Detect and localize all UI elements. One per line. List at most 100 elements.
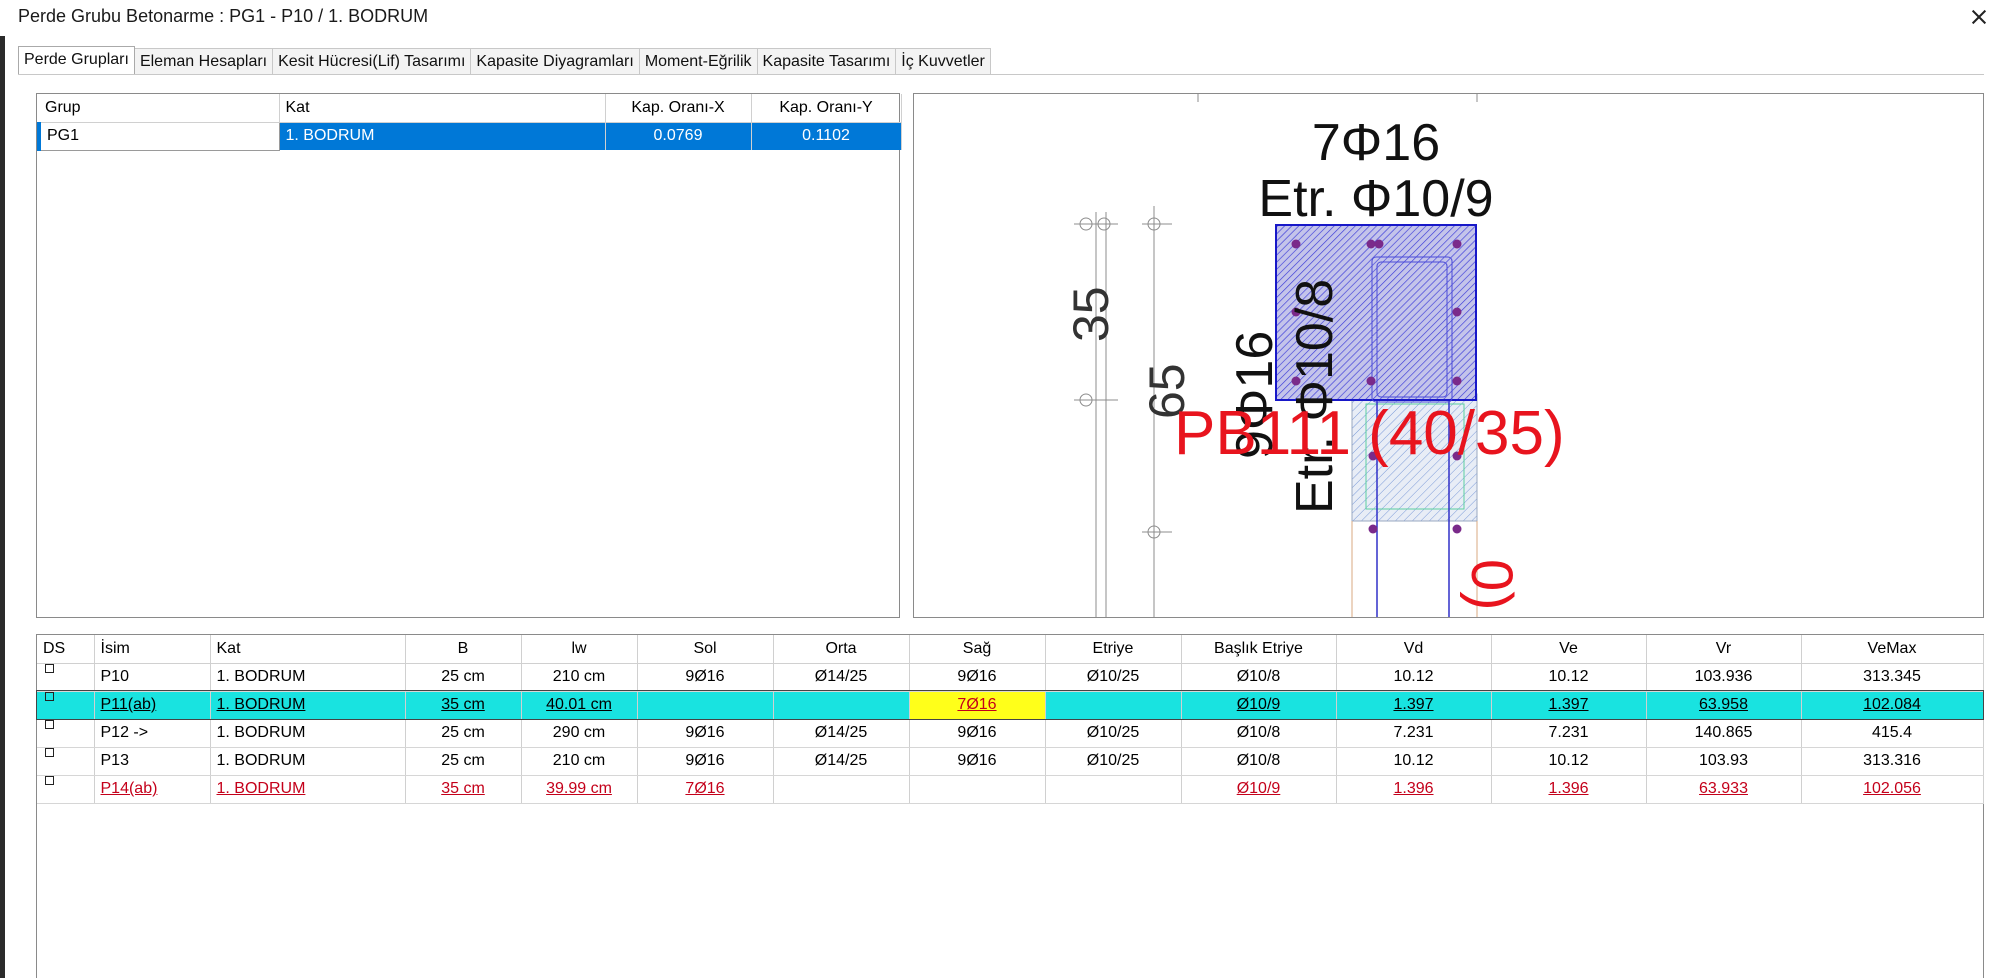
col-vd[interactable]: Vd	[1336, 635, 1492, 664]
cell-vr[interactable]: 63.958	[1646, 691, 1802, 720]
table-row-selected[interactable]: P11(ab) 1. BODRUM 35 cm 40.01 cm 7Ø16 Ø1…	[36, 690, 1984, 720]
checkbox-icon[interactable]	[45, 663, 54, 673]
cell-ve[interactable]: 10.12	[1491, 663, 1647, 692]
cell-vemax[interactable]: 415.4	[1801, 719, 1984, 748]
cell-orta[interactable]: Ø14/25	[773, 719, 910, 748]
tab-kesit-hucresi[interactable]: Kesit Hücresi(Lif) Tasarımı	[272, 48, 472, 74]
cell-isim[interactable]: P12 ->	[94, 719, 211, 748]
cell-sag[interactable]: 9Ø16	[909, 719, 1046, 748]
checkbox-icon[interactable]	[45, 719, 54, 729]
cell-vr[interactable]: 103.936	[1646, 663, 1802, 692]
col-kat[interactable]: Kat	[210, 635, 406, 664]
cell-kat[interactable]: 1. BODRUM	[210, 663, 406, 692]
cell-kat[interactable]: 1. BODRUM	[210, 775, 406, 804]
col-vr[interactable]: Vr	[1646, 635, 1802, 664]
cell-vemax[interactable]: 313.316	[1801, 747, 1984, 776]
section-drawing-panel[interactable]: 7Φ16 Etr. Φ10/9 35 65 9Φ16 Etr. Φ10/8 PB…	[913, 93, 1984, 618]
tab-ic-kuvvetler[interactable]: İç Kuvvetler	[895, 48, 991, 74]
col-b[interactable]: B	[405, 635, 522, 664]
cell-etriye[interactable]: Ø10/25	[1045, 747, 1182, 776]
cell-vr[interactable]: 140.865	[1646, 719, 1802, 748]
cell-ve[interactable]: 7.231	[1491, 719, 1647, 748]
cell-ve[interactable]: 1.397	[1491, 691, 1647, 720]
cell-sag[interactable]	[909, 775, 1046, 804]
cell-vemax[interactable]: 102.056	[1801, 775, 1984, 804]
col-etriye[interactable]: Etriye	[1045, 635, 1182, 664]
col-vemax[interactable]: VeMax	[1801, 635, 1984, 664]
cell-vd[interactable]: 1.397	[1336, 691, 1492, 720]
col-sag[interactable]: Sağ	[909, 635, 1046, 664]
checkbox-icon[interactable]	[45, 747, 54, 757]
col-kap-x[interactable]: Kap. Oranı-X	[605, 94, 752, 123]
cell-kat[interactable]: 1. BODRUM	[279, 122, 606, 150]
cell-kap-y[interactable]: 0.1102	[751, 122, 902, 150]
col-kap-y[interactable]: Kap. Oranı-Y	[751, 94, 902, 123]
cell-orta[interactable]	[773, 775, 910, 804]
col-ve[interactable]: Ve	[1491, 635, 1647, 664]
cell-sag[interactable]: 9Ø16	[909, 747, 1046, 776]
col-isim[interactable]: İsim	[94, 635, 211, 664]
cell-b[interactable]: 35 cm	[405, 775, 522, 804]
cell-b[interactable]: 25 cm	[405, 663, 522, 692]
cell-kap-x[interactable]: 0.0769	[605, 122, 752, 150]
tab-eleman-hesaplari[interactable]: Eleman Hesapları	[133, 48, 274, 74]
cell-orta[interactable]: Ø14/25	[773, 747, 910, 776]
cell-ve[interactable]: 1.396	[1491, 775, 1647, 804]
row-checkbox[interactable]	[37, 719, 95, 748]
cell-ve[interactable]: 10.12	[1491, 747, 1647, 776]
col-lw[interactable]: lw	[521, 635, 638, 664]
row-checkbox[interactable]	[37, 663, 95, 692]
col-ds[interactable]: DS	[37, 635, 95, 664]
col-sol[interactable]: Sol	[637, 635, 774, 664]
cell-vd[interactable]: 10.12	[1336, 747, 1492, 776]
cell-vemax[interactable]: 313.345	[1801, 663, 1984, 692]
cell-grup[interactable]: PG1	[37, 121, 280, 151]
cell-sol[interactable]: 9Ø16	[637, 747, 774, 776]
cell-baslik-etriye[interactable]: Ø10/8	[1181, 663, 1337, 692]
cell-vd[interactable]: 10.12	[1336, 663, 1492, 692]
cell-isim[interactable]: P13	[94, 747, 211, 776]
cell-sol[interactable]: 7Ø16	[637, 775, 774, 804]
cell-b[interactable]: 25 cm	[405, 747, 522, 776]
col-orta[interactable]: Orta	[773, 635, 910, 664]
cell-lw[interactable]: 40.01 cm	[521, 691, 638, 720]
cell-baslik-etriye[interactable]: Ø10/9	[1181, 775, 1337, 804]
cell-vd[interactable]: 1.396	[1336, 775, 1492, 804]
cell-vr[interactable]: 103.93	[1646, 747, 1802, 776]
cell-sag[interactable]: 7Ø16	[909, 691, 1046, 720]
cell-etriye[interactable]: Ø10/25	[1045, 663, 1182, 692]
cell-orta[interactable]: Ø14/25	[773, 663, 910, 692]
cell-lw[interactable]: 39.99 cm	[521, 775, 638, 804]
table-row[interactable]: P12 -> 1. BODRUM 25 cm 290 cm 9Ø16 Ø14/2…	[37, 719, 1984, 748]
cell-orta[interactable]	[773, 691, 910, 720]
checkbox-icon[interactable]	[45, 775, 54, 785]
tab-kapasite-diyagramlari[interactable]: Kapasite Diyagramları	[470, 48, 640, 74]
cell-lw[interactable]: 210 cm	[521, 663, 638, 692]
cell-isim[interactable]: P10	[94, 663, 211, 692]
row-checkbox[interactable]	[37, 691, 95, 720]
cell-isim[interactable]: P11(ab)	[94, 691, 211, 720]
cell-baslik-etriye[interactable]: Ø10/8	[1181, 719, 1337, 748]
cell-lw[interactable]: 210 cm	[521, 747, 638, 776]
cell-vd[interactable]: 7.231	[1336, 719, 1492, 748]
cell-kat[interactable]: 1. BODRUM	[210, 747, 406, 776]
cell-sol[interactable]: 9Ø16	[637, 663, 774, 692]
table-row[interactable]: P14(ab) 1. BODRUM 35 cm 39.99 cm 7Ø16 Ø1…	[37, 775, 1984, 804]
cell-b[interactable]: 25 cm	[405, 719, 522, 748]
cell-b[interactable]: 35 cm	[405, 691, 522, 720]
col-kat[interactable]: Kat	[279, 94, 606, 123]
tab-perde-gruplari[interactable]: Perde Grupları	[18, 46, 135, 74]
cell-isim[interactable]: P14(ab)	[94, 775, 211, 804]
cell-kat[interactable]: 1. BODRUM	[210, 691, 406, 720]
table-row[interactable]: P10 1. BODRUM 25 cm 210 cm 9Ø16 Ø14/25 9…	[37, 663, 1984, 692]
col-grup[interactable]: Grup	[39, 94, 280, 123]
cell-lw[interactable]: 290 cm	[521, 719, 638, 748]
cell-etriye[interactable]: Ø10/25	[1045, 719, 1182, 748]
tab-moment-egrilik[interactable]: Moment-Eğrilik	[638, 48, 758, 74]
cell-baslik-etriye[interactable]: Ø10/8	[1181, 747, 1337, 776]
cell-etriye[interactable]	[1045, 691, 1182, 720]
cell-sol[interactable]: 9Ø16	[637, 719, 774, 748]
cell-etriye[interactable]	[1045, 775, 1182, 804]
row-checkbox[interactable]	[37, 775, 95, 804]
cell-vemax[interactable]: 102.084	[1801, 691, 1984, 720]
